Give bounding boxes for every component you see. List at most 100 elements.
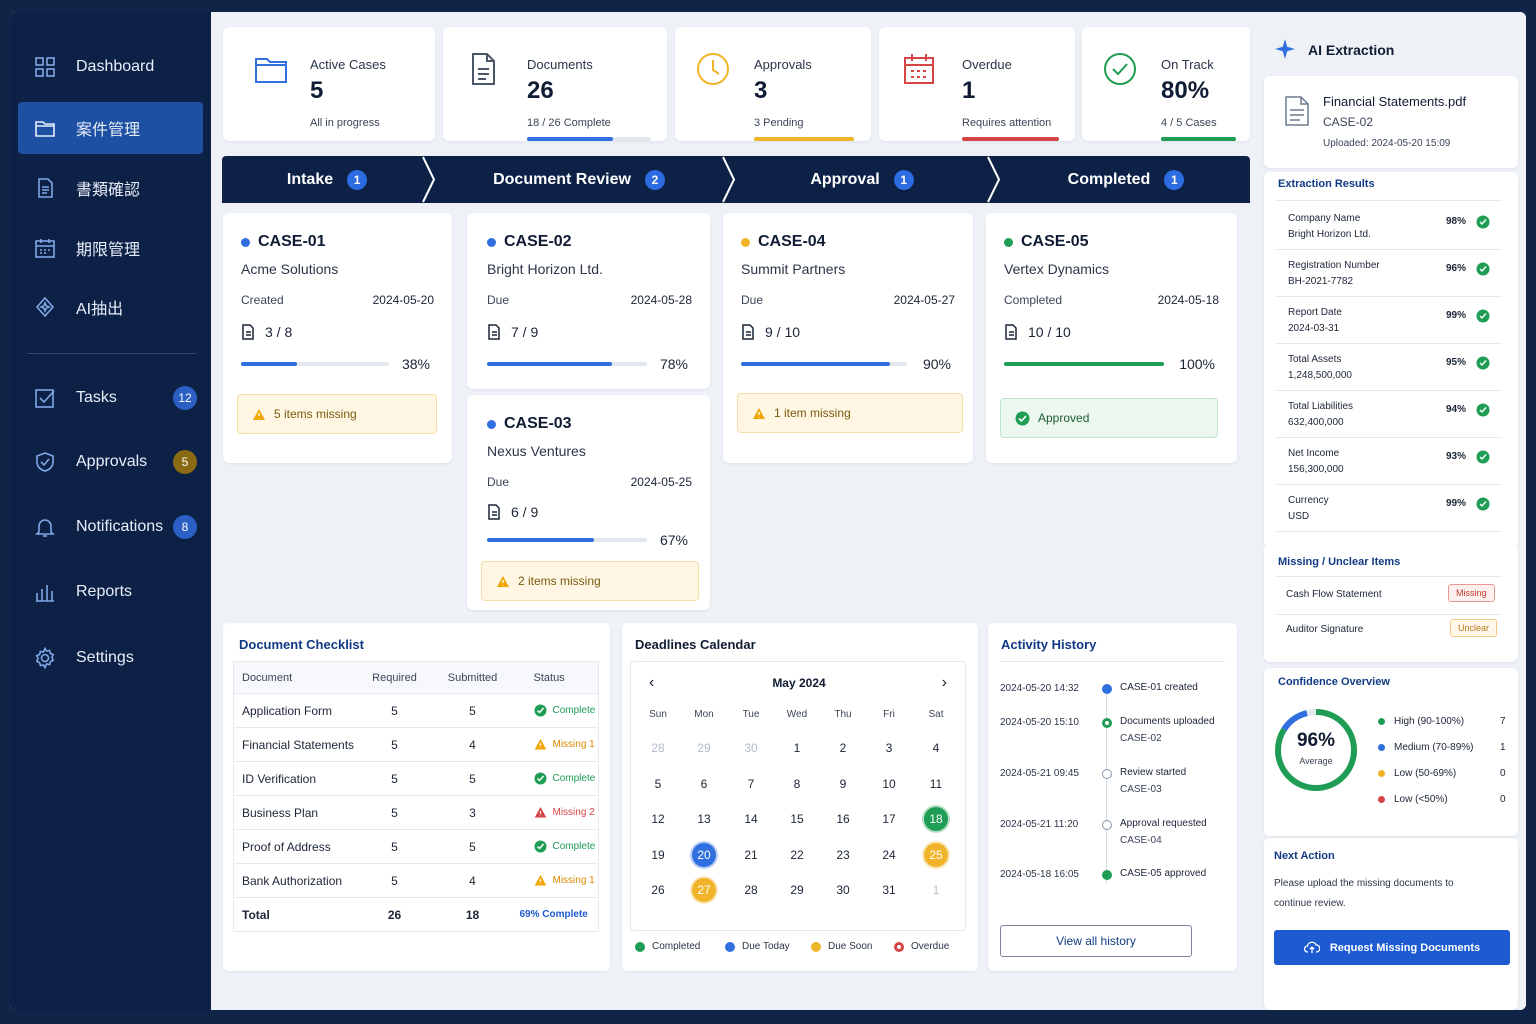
calendar-day[interactable]: 21 [739, 843, 763, 867]
calendar-day[interactable]: 24 [877, 843, 901, 867]
calendar-day[interactable]: 29 [692, 736, 716, 760]
sidebar-item-document-review[interactable]: 書類確認 [18, 162, 203, 214]
stat-card-documents[interactable]: Documents 26 18 / 26 Complete [443, 27, 667, 141]
extraction-field-row[interactable]: Registration Number BH-2021-7782 96% [1276, 251, 1502, 297]
calendar-day[interactable]: 3 [877, 736, 901, 760]
calendar-day[interactable]: 19 [646, 843, 670, 867]
case-card-case-05[interactable]: CASE-05 Vertex Dynamics Completed 2024-0… [986, 213, 1237, 463]
pipeline-stage-approval[interactable]: Approval 1 [736, 156, 988, 203]
calendar-alert-icon [901, 51, 937, 87]
calendar-day[interactable]: 13 [692, 807, 716, 831]
case-card-case-01[interactable]: CASE-01 Acme Solutions Created 2024-05-2… [223, 213, 452, 463]
check-circle-icon [1015, 411, 1030, 425]
calendar-day[interactable]: 15 [785, 807, 809, 831]
calendar-day[interactable]: 28 [739, 878, 763, 902]
check-circle-icon [534, 704, 546, 717]
calendar-day[interactable]: 22 [785, 843, 809, 867]
table-row[interactable]: Application Form 5 5 Complete [233, 693, 599, 728]
sidebar-item-label: Dashboard [76, 58, 155, 75]
calendar-day[interactable]: 7 [739, 772, 763, 796]
sidebar-item-label: 期限管理 [76, 242, 141, 259]
folder-icon [34, 117, 56, 139]
calendar-day[interactable]: 11 [924, 772, 948, 796]
extraction-field-row[interactable]: Company Name Bright Horizon Ltd. 98% [1276, 204, 1502, 250]
calendar-day[interactable]: 12 [646, 807, 670, 831]
calendar-day[interactable]: 27 [692, 878, 716, 902]
legend-due-today: Due Today [725, 941, 790, 952]
missing-items-alert[interactable]: 5 items missing [237, 394, 437, 434]
required-count: 5 [363, 693, 426, 728]
sidebar-item-tasks[interactable]: Tasks 12 [18, 372, 203, 424]
case-date: 2024-05-27 [893, 293, 955, 307]
warning-icon [497, 575, 509, 587]
table-row[interactable]: Financial Statements 5 4 Missing 1 [233, 727, 599, 762]
calendar-day[interactable]: 6 [692, 772, 716, 796]
calendar-day[interactable]: 25 [924, 842, 948, 867]
calendar-day[interactable]: 1 [785, 736, 809, 760]
stage-count-badge: 1 [893, 169, 914, 190]
approved-status-alert[interactable]: Approved [1000, 398, 1218, 438]
calendar-day[interactable]: 17 [877, 807, 901, 831]
view-all-history-button[interactable]: View all history [1000, 925, 1192, 957]
calendar-day[interactable]: 4 [924, 736, 948, 760]
sidebar-item-case-management[interactable]: 案件管理 [18, 102, 203, 154]
sidebar-item-reports[interactable]: Reports [18, 566, 203, 618]
calendar-day[interactable]: 1 [924, 878, 948, 902]
sidebar-item-dashboard[interactable]: Dashboard [18, 41, 203, 93]
calendar-day[interactable]: 9 [831, 772, 855, 796]
file-info-card[interactable]: Financial Statements.pdf CASE-02 Uploade… [1264, 76, 1518, 168]
extraction-field-row[interactable]: Total Liabilities 632,400,000 94% [1276, 392, 1502, 438]
calendar-day[interactable]: 31 [877, 878, 901, 902]
calendar-day[interactable]: 18 [924, 807, 948, 831]
extraction-field-row[interactable]: Total Assets 1,248,500,000 95% [1276, 345, 1502, 391]
table-row[interactable]: Business Plan 5 3 Missing 2 [233, 795, 599, 830]
calendar-day[interactable]: 10 [877, 772, 901, 796]
sidebar-item-deadlines[interactable]: 期限管理 [18, 222, 203, 274]
calendar-day[interactable]: 29 [785, 878, 809, 902]
missing-items-alert[interactable]: 2 items missing [481, 561, 699, 601]
sidebar-item-approvals[interactable]: Approvals 5 [18, 436, 203, 488]
calendar-day[interactable]: 30 [739, 736, 763, 760]
calendar-day[interactable]: 5 [646, 772, 670, 796]
case-percent: 78% [659, 356, 688, 372]
case-card-case-02[interactable]: CASE-02 Bright Horizon Ltd. Due 2024-05-… [467, 213, 710, 389]
pipeline-stage-document-review[interactable]: Document Review 2 [434, 156, 724, 203]
stat-card-active-cases[interactable]: Active Cases 5 All in progress [223, 27, 435, 141]
calendar-day[interactable]: 8 [785, 772, 809, 796]
extraction-field-row[interactable]: Net Income 156,300,000 93% [1276, 439, 1502, 485]
stat-card-on-track[interactable]: On Track 80% 4 / 5 Cases [1082, 27, 1250, 141]
confidence-count: 0 [1500, 794, 1506, 805]
pipeline-stage-intake[interactable]: Intake 1 [222, 156, 432, 203]
request-missing-documents-button[interactable]: Request Missing Documents [1274, 930, 1510, 965]
calendar-day[interactable]: 30 [831, 878, 855, 902]
chevron-right-icon[interactable]: › [942, 674, 947, 692]
calendar-day[interactable]: 28 [646, 736, 670, 760]
activity-event: CASE-01 created [1120, 682, 1198, 693]
calendar-day[interactable]: 26 [646, 878, 670, 902]
missing-items-alert[interactable]: 1 item missing [737, 393, 963, 433]
calendar-day[interactable]: 20 [692, 842, 716, 867]
extraction-field-row[interactable]: Currency USD 99% [1276, 486, 1502, 532]
table-row[interactable]: ID Verification 5 5 Complete [233, 761, 599, 796]
sidebar-item-ai-extraction[interactable]: AI抽出 [18, 281, 203, 333]
calendar-day[interactable]: 23 [831, 843, 855, 867]
check-circle-icon [1476, 309, 1490, 323]
extraction-field-row[interactable]: Report Date 2024-03-31 99% [1276, 298, 1502, 344]
status-cell: Missing 1 [519, 727, 599, 762]
table-row[interactable]: Proof of Address 5 5 Complete [233, 829, 599, 864]
calendar-day[interactable]: 14 [739, 807, 763, 831]
stat-card-overdue[interactable]: Overdue 1 Requires attention [879, 27, 1075, 141]
table-row[interactable]: Bank Authorization 5 4 Missing 1 [233, 863, 599, 898]
status-cell: Missing 1 [519, 863, 599, 898]
pipeline-stage-completed[interactable]: Completed 1 [1002, 156, 1250, 203]
calendar-day[interactable]: 2 [831, 736, 855, 760]
activity-date: 2024-05-20 14:32 [1000, 683, 1079, 694]
stat-card-approvals[interactable]: Approvals 3 3 Pending [675, 27, 871, 141]
stat-progress-bar [1161, 137, 1236, 141]
sidebar-item-settings[interactable]: Settings [18, 632, 203, 684]
sidebar-item-notifications[interactable]: Notifications 8 [18, 501, 203, 553]
case-card-case-04[interactable]: CASE-04 Summit Partners Due 2024-05-27 9… [723, 213, 973, 463]
calendar-day[interactable]: 16 [831, 807, 855, 831]
case-card-case-03[interactable]: CASE-03 Nexus Ventures Due 2024-05-25 6 … [467, 395, 710, 610]
panel-title: Document Checklist [239, 637, 364, 652]
